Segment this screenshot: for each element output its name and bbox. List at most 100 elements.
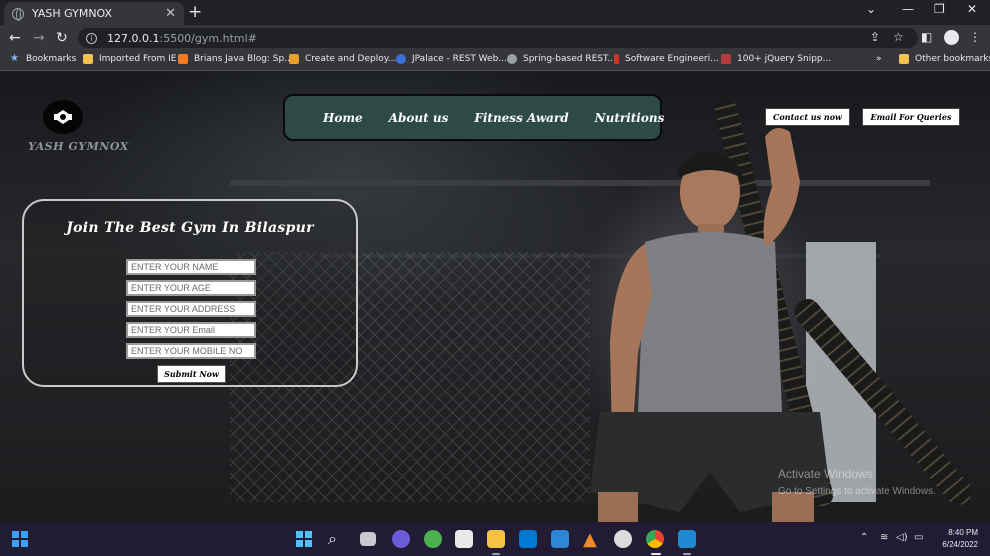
window-close-icon[interactable]: ✕ — [967, 2, 977, 16]
email-queries-button[interactable]: Email For Queries — [862, 108, 960, 126]
main-navigation: Home About us Fitness Award Nutritions — [283, 94, 665, 141]
search-icon[interactable]: ⌕ — [328, 529, 337, 549]
side-panel-icon[interactable]: ◧ — [921, 30, 932, 44]
bookmark-item[interactable]: Create and Deploy... — [289, 54, 396, 64]
folder-icon — [899, 54, 909, 64]
bookmark-label: Other bookmarks — [915, 54, 990, 64]
teams-chat-icon[interactable] — [392, 530, 410, 548]
site-icon — [289, 54, 299, 64]
profile-avatar[interactable] — [944, 30, 959, 45]
star-icon: ★ — [10, 53, 19, 64]
bookmark-label: Software Engineeri... — [625, 54, 719, 64]
bookmarks-bar: ★ Bookmarks Imported From IE Brians Java… — [0, 51, 990, 71]
bookmark-label: 100+ jQuery Snipp... — [737, 54, 832, 64]
battery-icon[interactable]: ▭ — [914, 532, 923, 543]
email-field[interactable] — [126, 322, 256, 338]
tab-search-icon[interactable]: ⌄ — [866, 2, 876, 16]
minimize-icon[interactable]: — — [902, 2, 914, 16]
windows-start-icon[interactable] — [12, 531, 28, 547]
dumbbell-icon — [54, 110, 72, 124]
chevron-icon: » — [876, 54, 882, 64]
folder-icon — [83, 54, 93, 64]
store-icon[interactable] — [455, 530, 473, 548]
bookmark-item[interactable]: JPalace - REST Web... — [396, 54, 507, 64]
reload-icon[interactable]: ↻ — [56, 29, 68, 47]
tab-title: YASH GYMNOX — [32, 7, 113, 20]
site-info-icon[interactable]: i — [86, 32, 97, 44]
close-tab-icon[interactable]: ✕ — [165, 6, 176, 21]
mail-icon[interactable] — [551, 530, 569, 548]
tab-strip: YASH GYMNOX ✕ + ⌄ — ❐ ✕ — [0, 0, 990, 25]
running-indicator — [683, 553, 691, 555]
volume-icon[interactable]: ◁) — [896, 532, 908, 543]
nav-nutritions[interactable]: Nutritions — [595, 111, 665, 125]
microsoft-store-icon[interactable] — [519, 530, 537, 548]
bookmark-label: Bookmarks — [26, 54, 77, 64]
athlete-image — [590, 128, 830, 522]
bookmark-item[interactable]: Software Engineeri... — [614, 54, 719, 64]
contact-us-button[interactable]: Contact us now — [765, 108, 850, 126]
task-view-icon[interactable] — [360, 532, 376, 546]
share-icon[interactable]: ⇪ — [870, 30, 880, 44]
vlc-icon[interactable]: ▲ — [583, 529, 597, 550]
site-icon — [614, 54, 619, 64]
file-explorer-icon[interactable] — [487, 530, 505, 548]
url-host: 127.0.0.1 — [107, 31, 160, 45]
join-form: Join The Best Gym In Bilaspur Submit Now — [22, 199, 358, 387]
back-icon[interactable]: ← — [9, 29, 21, 47]
name-field[interactable] — [126, 259, 256, 275]
blogger-icon — [178, 54, 188, 64]
form-title: Join The Best Gym In Bilaspur — [66, 220, 314, 236]
menu-icon[interactable]: ⋮ — [969, 30, 981, 44]
utorrent-icon[interactable] — [424, 530, 442, 548]
windows-taskbar: ⌕ ▲ ⌃ ≋ ◁) ▭ 8:40 PM 6/24/2022 — [0, 522, 990, 556]
new-tab-button[interactable]: + — [188, 3, 202, 21]
forward-icon[interactable]: → — [33, 29, 45, 47]
clock-date: 6/24/2022 — [942, 540, 978, 549]
more-bookmarks-button[interactable]: » — [876, 54, 882, 64]
running-indicator — [651, 553, 661, 555]
bookmark-label: JPalace - REST Web... — [412, 54, 507, 64]
toolbar: ← → ↻ i 127.0.0.1 :5500/gym.html# ⇪ ☆ ◧ … — [0, 25, 990, 51]
nav-home[interactable]: Home — [323, 111, 363, 125]
running-indicator — [492, 553, 500, 555]
system-clock[interactable]: 8:40 PM 6/24/2022 — [928, 527, 978, 551]
bookmark-item[interactable]: Brians Java Blog: Sp... — [178, 54, 293, 64]
activate-windows-subtitle: Go to Settings to activate Windows. — [778, 486, 936, 497]
jpalace-icon — [396, 54, 406, 64]
browser-tab[interactable]: YASH GYMNOX ✕ — [4, 2, 184, 25]
jquery-icon — [721, 54, 731, 64]
vscode-icon[interactable] — [678, 530, 696, 548]
nav-about-us[interactable]: About us — [389, 111, 449, 125]
clock-time: 8:40 PM — [948, 528, 978, 537]
age-field[interactable] — [126, 280, 256, 296]
start-menu-icon[interactable] — [296, 531, 312, 547]
bookmark-item[interactable]: Spring-based REST... — [507, 54, 616, 64]
address-bar[interactable]: i 127.0.0.1 :5500/gym.html# — [78, 28, 918, 48]
bookmark-star-icon[interactable]: ☆ — [893, 30, 904, 44]
bookmark-item[interactable]: Imported From IE — [83, 54, 176, 64]
address-field[interactable] — [126, 301, 256, 317]
url-path: :5500/gym.html# — [159, 31, 257, 45]
activate-windows-title: Activate Windows — [778, 467, 873, 481]
globe-icon — [507, 54, 517, 64]
bookmark-label: Spring-based REST... — [523, 54, 616, 64]
bookmark-label: Create and Deploy... — [305, 54, 397, 64]
logo[interactable] — [43, 100, 83, 134]
tray-chevron-icon[interactable]: ⌃ — [860, 532, 868, 543]
nav-fitness-award[interactable]: Fitness Award — [474, 111, 568, 125]
restore-icon[interactable]: ❐ — [934, 2, 945, 16]
globe-icon — [12, 7, 24, 21]
chrome-icon[interactable] — [646, 530, 664, 548]
logo-text: YASH GYMNOX — [28, 140, 129, 153]
bookmark-item[interactable]: ★ Bookmarks — [10, 53, 77, 65]
bookmark-item[interactable]: 100+ jQuery Snipp... — [721, 54, 831, 64]
gym-page: YASH GYMNOX Home About us Fitness Award … — [0, 72, 990, 522]
bookmark-label: Brians Java Blog: Sp... — [194, 54, 293, 64]
bookmark-label: Imported From IE — [99, 54, 177, 64]
wifi-icon[interactable]: ≋ — [880, 532, 888, 543]
app-icon[interactable] — [614, 530, 632, 548]
mobile-field[interactable] — [126, 343, 256, 359]
submit-button[interactable]: Submit Now — [157, 365, 226, 383]
other-bookmarks[interactable]: Other bookmarks — [899, 54, 990, 64]
